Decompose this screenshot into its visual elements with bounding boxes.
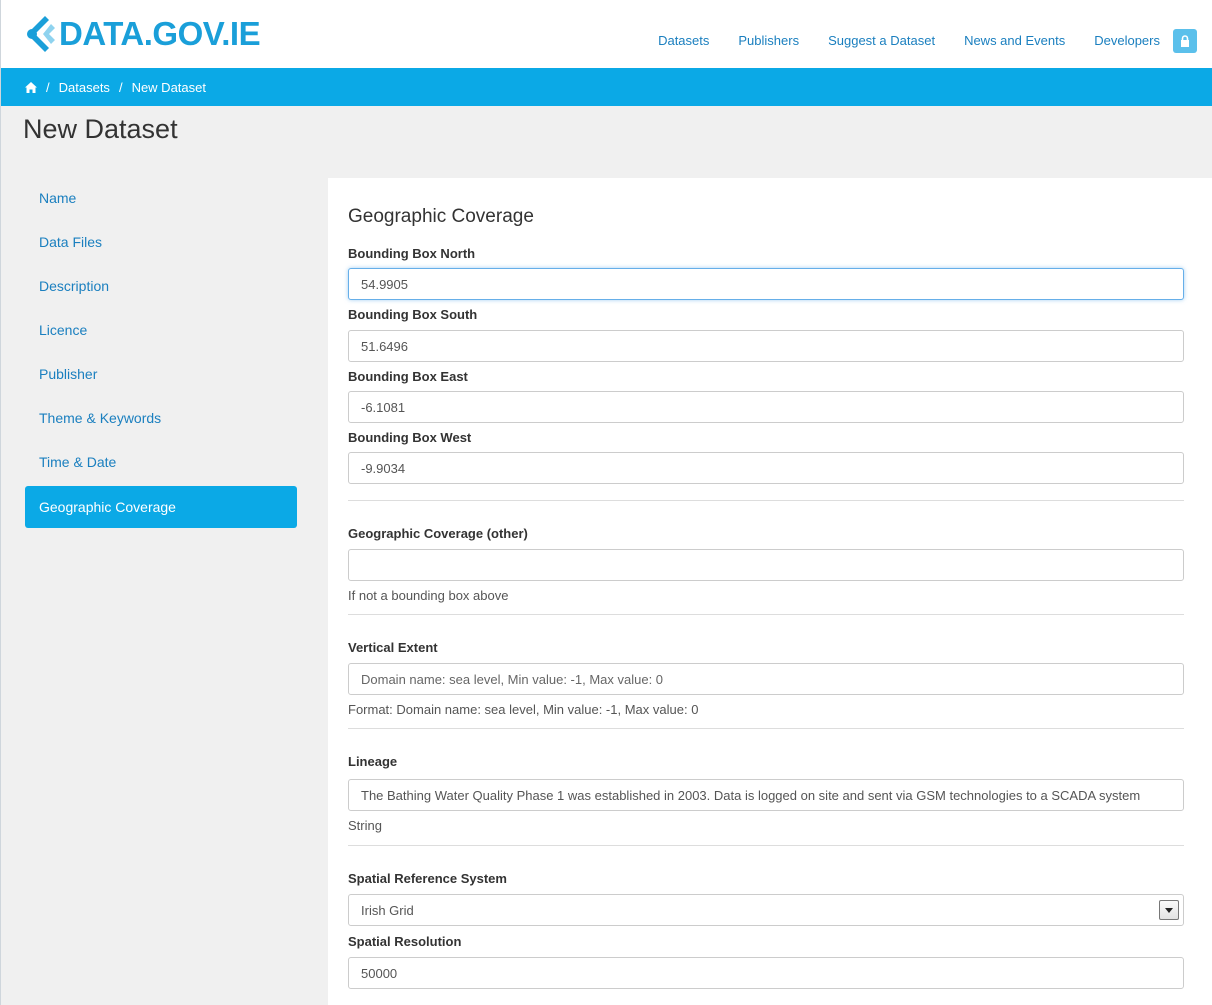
logo-text: DATA.GOV.IE bbox=[59, 15, 261, 52]
sidebar-item-time-date[interactable]: Time & Date bbox=[25, 442, 297, 486]
bbox-west-input[interactable] bbox=[348, 452, 1184, 484]
home-icon[interactable] bbox=[25, 81, 37, 93]
section-title: Geographic Coverage bbox=[348, 206, 534, 227]
bbox-north-input[interactable] bbox=[348, 268, 1184, 300]
srs-selected-value: Irish Grid bbox=[361, 902, 414, 918]
bbox-south-input[interactable] bbox=[348, 330, 1184, 362]
bbox-east-input[interactable] bbox=[348, 391, 1184, 423]
spatial-resolution-input[interactable] bbox=[348, 957, 1184, 989]
sidebar-item-licence[interactable]: Licence bbox=[25, 310, 297, 354]
geo-other-label: Geographic Coverage (other) bbox=[348, 526, 528, 541]
main-nav: Datasets Publishers Suggest a Dataset Ne… bbox=[658, 28, 1212, 54]
breadcrumb: / Datasets / New Dataset bbox=[1, 68, 1212, 106]
section-divider bbox=[348, 500, 1184, 501]
breadcrumb-separator: / bbox=[118, 79, 123, 95]
section-divider bbox=[348, 728, 1184, 729]
geo-other-input[interactable] bbox=[348, 549, 1184, 581]
srs-select[interactable]: Irish Grid bbox=[348, 894, 1184, 926]
sidebar-item-geographic-coverage[interactable]: Geographic Coverage bbox=[25, 486, 297, 528]
lineage-label: Lineage bbox=[348, 754, 398, 769]
form-step-nav: Name Data Files Description Licence Publ… bbox=[25, 178, 297, 528]
breadcrumb-separator: / bbox=[46, 79, 50, 95]
vertical-extent-help: Format: Domain name: sea level, Min valu… bbox=[348, 702, 699, 717]
nav-news-events[interactable]: News and Events bbox=[964, 28, 1065, 54]
spatial-resolution-label: Spatial Resolution bbox=[348, 934, 462, 949]
section-divider bbox=[348, 845, 1184, 846]
login-button[interactable] bbox=[1173, 29, 1197, 53]
bbox-north-label: Bounding Box North bbox=[348, 246, 476, 261]
bbox-south-label: Bounding Box South bbox=[348, 307, 478, 322]
sidebar-item-name[interactable]: Name bbox=[25, 178, 297, 222]
page-title: New Dataset bbox=[23, 114, 178, 144]
logo-arrow-icon bbox=[27, 16, 55, 52]
lock-icon bbox=[1181, 35, 1189, 47]
bbox-west-label: Bounding Box West bbox=[348, 430, 472, 445]
geo-other-help: If not a bounding box above bbox=[348, 588, 509, 603]
nav-datasets[interactable]: Datasets bbox=[658, 28, 709, 54]
sidebar-item-publisher[interactable]: Publisher bbox=[25, 354, 297, 398]
vertical-extent-input[interactable] bbox=[348, 663, 1184, 695]
breadcrumb-new-dataset: New Dataset bbox=[131, 79, 206, 95]
sidebar-item-theme-keywords[interactable]: Theme & Keywords bbox=[25, 398, 297, 442]
site-logo[interactable]: DATA.GOV.IE bbox=[23, 14, 261, 54]
sidebar-item-description[interactable]: Description bbox=[25, 266, 297, 310]
form-card: Geographic Coverage Bounding Box North B… bbox=[328, 178, 1212, 1005]
nav-suggest-dataset[interactable]: Suggest a Dataset bbox=[828, 28, 935, 54]
bbox-east-label: Bounding Box East bbox=[348, 369, 468, 384]
lineage-input[interactable] bbox=[348, 779, 1184, 811]
sidebar-item-data-files[interactable]: Data Files bbox=[25, 222, 297, 266]
vertical-extent-label: Vertical Extent bbox=[348, 640, 438, 655]
breadcrumb-datasets[interactable]: Datasets bbox=[59, 80, 110, 95]
section-divider bbox=[348, 614, 1184, 615]
srs-label: Spatial Reference System bbox=[348, 871, 507, 886]
chevron-down-icon[interactable] bbox=[1159, 900, 1179, 920]
nav-publishers[interactable]: Publishers bbox=[738, 28, 799, 54]
site-header: DATA.GOV.IE Datasets Publishers Suggest … bbox=[1, 0, 1212, 68]
nav-developers[interactable]: Developers bbox=[1094, 28, 1160, 54]
lineage-help: String bbox=[348, 818, 382, 833]
